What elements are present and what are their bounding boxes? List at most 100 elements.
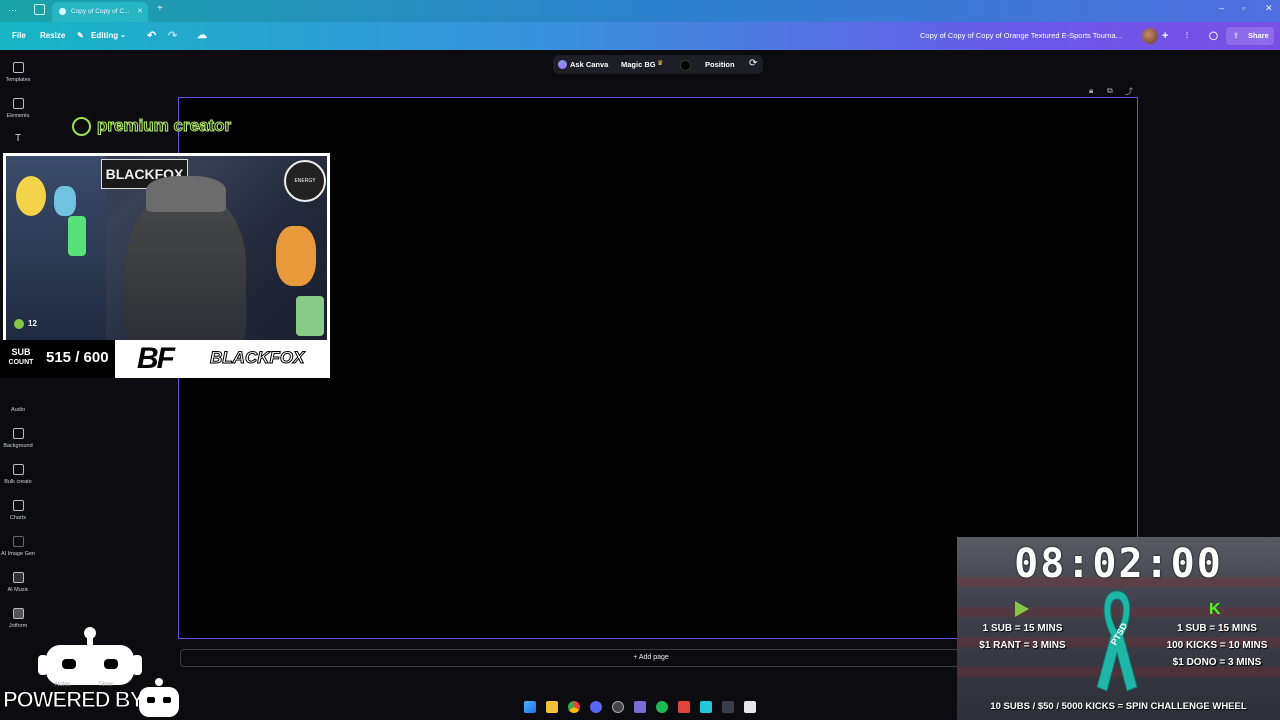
lock-icon[interactable]: 🔒︎ [1089, 86, 1093, 96]
plush-toy [16, 176, 46, 216]
jotform-icon [12, 608, 24, 619]
drink-can [68, 216, 86, 256]
tab-title: Copy of Copy of C... [71, 8, 130, 15]
sidebar-item-charts[interactable]: Charts [0, 500, 36, 521]
home-icon[interactable] [34, 4, 45, 15]
app-icon[interactable] [722, 701, 734, 713]
energy-logo: ENERGY [284, 160, 326, 202]
comment-icon[interactable]: ◯ [1209, 22, 1218, 50]
spotify-icon[interactable] [656, 701, 668, 713]
sub-label-1: SUB [11, 347, 31, 357]
app-icon[interactable] [634, 701, 646, 713]
sub-label-2: COUNT [8, 359, 34, 366]
discord-icon[interactable] [590, 701, 602, 713]
ask-canva-button[interactable]: Ask Canva [570, 60, 608, 69]
sidebar-item-bulk-create[interactable]: Bulk create [0, 464, 36, 485]
duplicate-icon[interactable]: ⧉ [1107, 86, 1113, 96]
undo-icon[interactable]: ↶ [147, 22, 156, 50]
analytics-icon[interactable]: ⫶ [1186, 22, 1188, 50]
close-tab-icon[interactable]: ✕ [137, 2, 143, 22]
templates-icon [12, 62, 24, 73]
resize-button[interactable]: Resize [40, 22, 65, 50]
chevron-down-icon[interactable]: ⌄ [120, 22, 126, 50]
document-icon[interactable] [744, 701, 756, 713]
tab-canva[interactable]: Copy of Copy of C... ✕ [52, 2, 148, 22]
add-page-icon[interactable]: ⤴ [1125, 86, 1133, 97]
maximize-button[interactable]: ▫ [1242, 3, 1245, 13]
share-icon: ⇪ [1233, 31, 1240, 40]
spin-wheel-rule: 10 SUBS / $50 / 5000 KICKS = SPIN CHALLE… [990, 701, 1247, 712]
right-rule-1: 1 SUB = 15 MINS [1177, 623, 1257, 634]
sidebar-item-ai-image-gen[interactable]: AI Image Gen [0, 536, 36, 557]
right-rule-2: 100 KICKS = 10 MINS [1166, 640, 1268, 651]
sub-count-value: 515 / 600 [46, 349, 109, 366]
bulk-create-icon [12, 464, 24, 475]
add-collaborator-icon[interactable]: + [1162, 22, 1168, 50]
sidebar-item-audio[interactable]: Audio [0, 392, 36, 413]
rumble-logo-icon [72, 117, 91, 136]
sidebar-item-label: AI Image Gen [1, 551, 35, 557]
brave-icon[interactable] [678, 701, 690, 713]
sidebar-item-ai-music[interactable]: AI Music [0, 572, 36, 593]
sidebar-item-text[interactable]: T [0, 134, 36, 147]
rumble-icon [14, 319, 24, 329]
ptsd-ribbon: PTSD [1095, 587, 1139, 693]
bf-logo: BF [137, 342, 175, 375]
sidebar-item-background[interactable]: Background [0, 428, 36, 449]
refresh-icon[interactable]: ⟳ [749, 58, 757, 69]
sidebar-item-elements[interactable]: Elements [0, 98, 36, 119]
brand-name: BLACKFOX [209, 348, 305, 368]
webcam-feed: BLACKFOX ENERGY 12 [6, 156, 327, 340]
cloud-save-icon[interactable]: ☁ [197, 22, 207, 50]
obs-icon[interactable] [612, 701, 624, 713]
sidebar-item-label: AI Music [7, 587, 29, 593]
position-button[interactable]: Position [705, 60, 735, 69]
left-rule-1: 1 SUB = 15 MINS [982, 623, 1063, 634]
taskbar [520, 699, 760, 717]
crown-icon: ♛ [657, 60, 664, 67]
sidebar-item-label: Bulk create [4, 479, 32, 485]
canva-favicon-icon [59, 8, 66, 15]
document-title[interactable]: Copy of Copy of Copy of Orange Textured … [920, 22, 1122, 50]
background-icon [12, 428, 24, 439]
pencil-icon: ✎ [77, 31, 84, 40]
elements-icon [12, 98, 24, 109]
charts-icon [12, 500, 24, 511]
powered-by-text: POWERED BY [2, 687, 144, 713]
microphone [296, 296, 324, 336]
right-rule-3: $1 DONO = 3 MINS [1172, 657, 1262, 668]
magic-bg-button[interactable]: Magic BG [621, 60, 656, 69]
cap [146, 176, 226, 212]
chrome-icon[interactable] [568, 701, 580, 713]
sidebar-item-label: Elements [6, 113, 30, 119]
context-toolbar: Ask Canva Magic BG ♛ Position ⟳ [553, 55, 763, 74]
left-rule-2: $1 RANT = 3 MINS [979, 640, 1066, 651]
file-menu[interactable]: File [12, 22, 26, 50]
color-swatch[interactable] [680, 60, 691, 71]
sidebar-item-label: Audio [10, 407, 26, 413]
minimize-button[interactable]: – [1219, 3, 1224, 13]
sidebar-item-templates[interactable]: Templates [0, 62, 36, 83]
editor-toolbar: File Resize ✎ Editing ⌄ ↶ ↷ ☁ Copy of Co… [0, 22, 1280, 50]
share-button[interactable]: ⇪ Share [1226, 27, 1274, 45]
file-explorer-icon[interactable] [546, 701, 558, 713]
premium-creator-text: premium creator [96, 116, 232, 136]
text-icon: T [14, 133, 22, 144]
sidebar-item-label: Charts [9, 515, 27, 521]
brand-banner: BF BLACKFOX [115, 340, 330, 378]
powered-by-logo: Notes Timer POWERED BY [0, 625, 185, 720]
notepad-icon[interactable] [700, 701, 712, 713]
share-label: Share [1248, 31, 1269, 40]
kick-icon: K [1209, 601, 1221, 618]
new-tab-button[interactable]: + [157, 3, 163, 14]
plush-toy [276, 226, 316, 286]
browser-menu-icon[interactable]: ⋯ [8, 5, 17, 16]
sidebar-item-label: Templates [5, 77, 31, 83]
windows-start-icon[interactable] [524, 701, 536, 713]
avatar[interactable] [1142, 28, 1158, 44]
rumble-icon [1015, 601, 1029, 617]
redo-icon[interactable]: ↷ [168, 22, 177, 50]
editing-dropdown[interactable]: Editing [91, 22, 118, 50]
browser-tab-strip: ⋯ Copy of Copy of C... ✕ + – ▫ ✕ [0, 0, 1280, 22]
close-window-button[interactable]: ✕ [1265, 3, 1273, 14]
